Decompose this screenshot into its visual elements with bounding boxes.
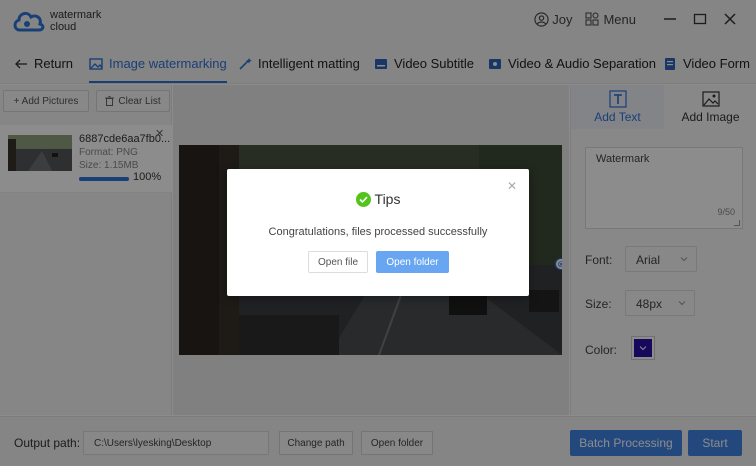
open-file-button[interactable]: Open file bbox=[308, 251, 368, 273]
check-circle-icon bbox=[355, 191, 371, 207]
dialog-open-folder-button[interactable]: Open folder bbox=[376, 251, 449, 273]
dialog-message: Congratulations, files processed success… bbox=[268, 226, 488, 238]
tips-dialog: ✕ Tips Congratulations, files processed … bbox=[227, 169, 529, 296]
modal-overlay[interactable]: ✕ Tips Congratulations, files processed … bbox=[0, 0, 756, 466]
dialog-title: Tips bbox=[227, 191, 529, 207]
dialog-title-text: Tips bbox=[374, 191, 401, 207]
